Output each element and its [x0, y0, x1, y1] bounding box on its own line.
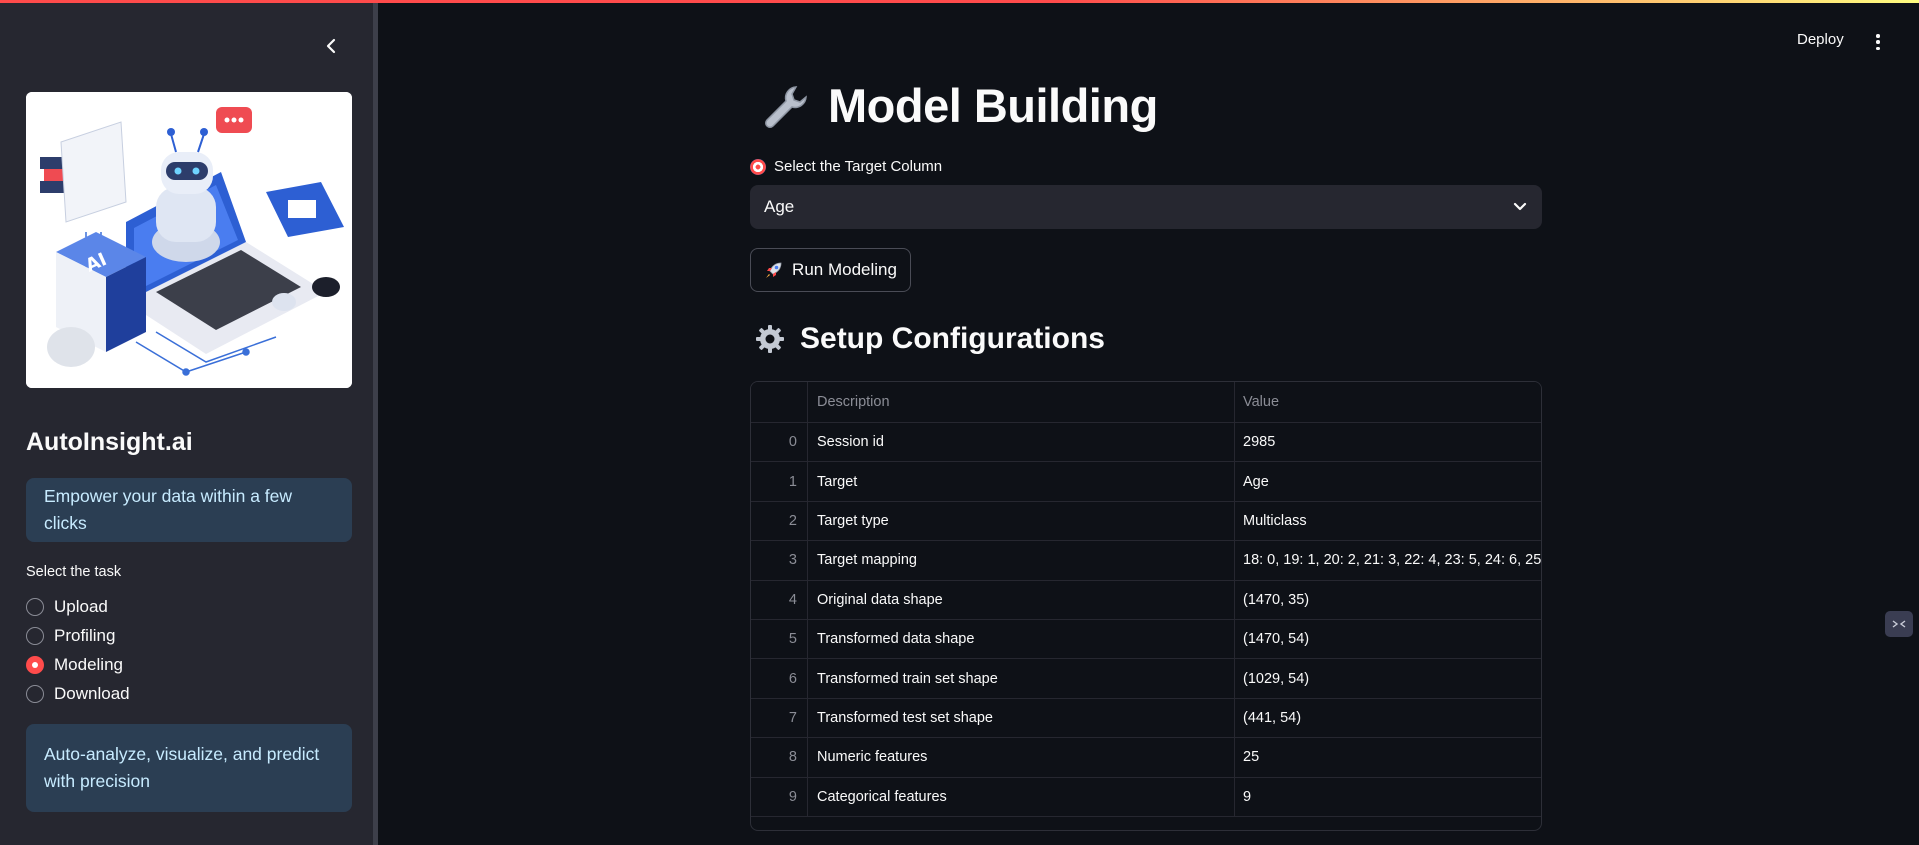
row-index-cell[interactable]: 0: [751, 423, 808, 462]
setup-config-table[interactable]: Description Value 0 Session id 2985 1 Target…: [750, 381, 1542, 831]
table-row[interactable]: 5 Transformed data shape (1470, 54): [751, 619, 1541, 660]
table-body: 0 Session id 2985 1 Target Age 2 Target type Mul…: [751, 423, 1541, 817]
table-row[interactable]: 3 Target mapping 18: 0, 19: 1, 20: 2, 21: …: [751, 541, 1541, 581]
description-cell[interactable]: Original data shape: [808, 580, 1235, 619]
hero-image: AI: [26, 92, 352, 388]
chevron-left-icon: [326, 38, 336, 54]
top-decoration-bar: [0, 0, 1919, 3]
radio-download[interactable]: Download: [26, 679, 130, 708]
radio-upload[interactable]: Upload: [26, 592, 130, 621]
row-index-cell[interactable]: 9: [751, 777, 808, 816]
value-cell[interactable]: Age: [1235, 462, 1541, 500]
app-brand: AutoInsight.ai: [26, 428, 193, 456]
target-icon: [750, 158, 766, 175]
gear-icon: [756, 325, 784, 353]
description-cell[interactable]: Transformed data shape: [808, 619, 1235, 659]
radio-dot[interactable]: [26, 597, 44, 616]
table-row[interactable]: 6 Transformed train set shape (1029, 54): [751, 659, 1541, 699]
row-index-cell[interactable]: 4: [751, 580, 808, 619]
target-select-label: Select the Target Column: [750, 158, 942, 175]
collapse-sidebar-button[interactable]: [318, 33, 344, 59]
value-cell[interactable]: (1470, 54): [1235, 620, 1541, 658]
target-select-label-text: Select the Target Column: [774, 158, 943, 175]
run-modeling-label: Run Modeling: [792, 260, 897, 279]
value-cell[interactable]: 18: 0, 19: 1, 20: 2, 21: 3, 22: 4, 23: 5…: [1235, 541, 1541, 579]
rocket-icon: [766, 262, 782, 278]
row-index-cell[interactable]: 8: [751, 738, 808, 777]
value-cell[interactable]: Multiclass: [1235, 502, 1541, 540]
description-cell[interactable]: Target type: [808, 501, 1235, 541]
value-cell[interactable]: (441, 54): [1235, 699, 1541, 737]
sidebar: AI AutoInsight.ai Empower your data with…: [0, 0, 373, 845]
page-title: Model Building: [760, 78, 1158, 133]
value-cell[interactable]: (1029, 54): [1235, 659, 1541, 697]
run-modeling-button[interactable]: Run Modeling: [750, 248, 911, 292]
selected-target-value: Age: [764, 197, 795, 216]
row-index-cell[interactable]: 1: [751, 462, 808, 501]
row-index-cell[interactable]: 5: [751, 619, 808, 659]
value-cell[interactable]: (1470, 35): [1235, 581, 1541, 619]
table-row[interactable]: 8 Numeric features 25: [751, 738, 1541, 778]
table-row[interactable]: 4 Original data shape (1470, 35): [751, 580, 1541, 620]
radio-profiling[interactable]: Profiling: [26, 621, 130, 650]
table-row[interactable]: 9 Categorical features 9: [751, 777, 1541, 817]
row-index-cell[interactable]: 6: [751, 659, 808, 698]
deploy-button[interactable]: Deploy: [1797, 31, 1844, 48]
radio-label: Upload: [54, 596, 108, 616]
value-cell[interactable]: 25: [1235, 738, 1541, 776]
section-title-text: Setup Configurations: [800, 322, 1105, 355]
tagline-text: Empower your data within a few clicks: [44, 486, 293, 533]
table-row[interactable]: 0 Session id 2985: [751, 423, 1541, 463]
value-cell[interactable]: 2985: [1235, 423, 1541, 461]
column-header-description[interactable]: Description: [808, 382, 1235, 422]
value-cell[interactable]: 9: [1235, 778, 1541, 816]
index-header: [751, 382, 808, 422]
description-cell[interactable]: Transformed train set shape: [808, 659, 1235, 698]
column-header-value[interactable]: Value: [1235, 382, 1541, 422]
row-index-cell[interactable]: 7: [751, 698, 808, 738]
description-cell[interactable]: Numeric features: [808, 738, 1235, 777]
radio-dot[interactable]: [26, 684, 44, 703]
sidebar-resize-handle[interactable]: [373, 0, 378, 845]
description-cell[interactable]: Categorical features: [808, 777, 1235, 816]
description-cell[interactable]: Session id: [808, 423, 1235, 462]
expand-icon: [1892, 620, 1906, 628]
footer-note-box: Auto-analyze, visualize, and predict wit…: [26, 724, 352, 812]
radio-label: Download: [54, 683, 130, 703]
description-cell[interactable]: Target mapping: [808, 541, 1235, 580]
description-cell[interactable]: Target: [808, 462, 1235, 501]
table-row[interactable]: 2 Target type Multiclass: [751, 501, 1541, 542]
kebab-dot-icon: [1876, 46, 1880, 50]
task-radio-group: Upload Profiling Modeling Download: [26, 592, 130, 708]
footer-note-text: Auto-analyze, visualize, and predict wit…: [44, 744, 320, 791]
chevron-down-icon: [1513, 202, 1527, 211]
kebab-dot-icon: [1876, 34, 1880, 38]
table-row[interactable]: 1 Target Age: [751, 462, 1541, 502]
tagline-box: Empower your data within a few clicks: [26, 478, 352, 542]
row-index-cell[interactable]: 2: [751, 501, 808, 541]
description-cell[interactable]: Transformed test set shape: [808, 698, 1235, 738]
radio-dot-selected[interactable]: [26, 655, 44, 674]
page-title-text: Model Building: [828, 79, 1158, 132]
radio-label: Modeling: [54, 654, 123, 674]
table-header-row: Description Value: [751, 382, 1541, 423]
section-title: Setup Configurations: [754, 322, 1105, 356]
radio-label: Profiling: [54, 625, 116, 645]
task-select-label: Select the task: [26, 564, 122, 580]
table-row[interactable]: 7 Transformed test set shape (441, 54): [751, 698, 1541, 739]
main-menu-button[interactable]: [1871, 32, 1885, 52]
kebab-dot-icon: [1876, 40, 1880, 44]
target-column-select[interactable]: Age: [750, 185, 1542, 229]
radio-modeling[interactable]: Modeling: [26, 650, 130, 679]
radio-dot[interactable]: [26, 626, 44, 645]
wrench-icon: [765, 85, 807, 128]
side-toolbar-toggle[interactable]: [1885, 611, 1913, 637]
row-index-cell[interactable]: 3: [751, 541, 808, 580]
